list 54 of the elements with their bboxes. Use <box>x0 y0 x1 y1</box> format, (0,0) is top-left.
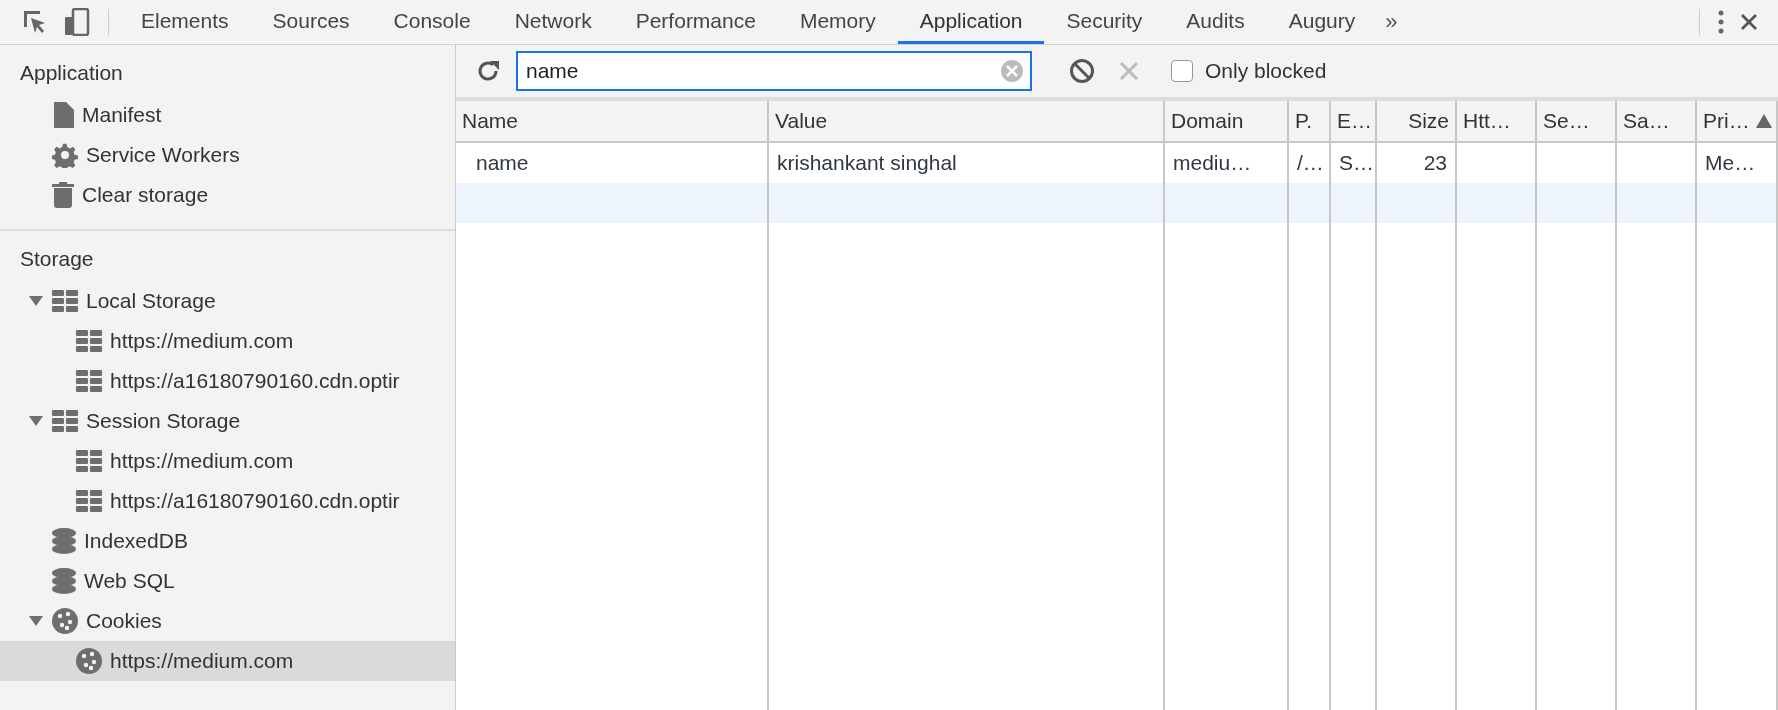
sidebar-item[interactable]: Cookies <box>0 601 455 641</box>
database-icon <box>52 528 76 554</box>
sidebar-item[interactable]: https://medium.com <box>0 321 455 361</box>
filter-field[interactable]: name <box>516 51 1032 91</box>
sidebar-item[interactable]: Service Workers <box>0 135 455 175</box>
file-icon <box>52 102 74 128</box>
column-header[interactable]: Htt… <box>1457 101 1537 143</box>
panel-tab[interactable]: Performance <box>613 0 778 44</box>
table-icon <box>76 330 102 352</box>
expanded-caret-icon[interactable] <box>28 415 44 427</box>
column-header[interactable]: Se… <box>1537 101 1617 143</box>
sidebar-item[interactable]: https://a16180790160.cdn.optir <box>0 361 455 401</box>
panel-tab[interactable]: Console <box>371 0 493 44</box>
table-icon <box>52 410 78 432</box>
column-header[interactable]: Pri… <box>1697 101 1778 143</box>
column-header[interactable]: Value <box>769 101 1165 143</box>
section-title: Application <box>19 60 124 86</box>
sidebar-item[interactable]: https://medium.com <box>0 641 455 681</box>
table-icon <box>52 290 78 312</box>
sidebar-item[interactable]: https://a16180790160.cdn.optir <box>0 481 455 521</box>
checkbox-label: Only blocked <box>1205 59 1327 83</box>
sidebar-item[interactable]: Manifest <box>0 95 455 135</box>
table-icon <box>76 490 102 512</box>
column-header[interactable]: E… <box>1331 101 1377 143</box>
sidebar-item[interactable]: Local Storage <box>0 281 455 321</box>
column-header[interactable]: Size <box>1377 101 1457 143</box>
database-icon <box>52 568 76 594</box>
cookie-icon <box>76 648 102 674</box>
sidebar-item[interactable]: IndexedDB <box>0 521 455 561</box>
sidebar-item[interactable]: Session Storage <box>0 401 455 441</box>
column-header[interactable]: Domain <box>1165 101 1289 143</box>
panel-tab[interactable]: Augury <box>1266 0 1378 44</box>
gear-icon <box>52 142 78 168</box>
table-icon <box>76 450 102 472</box>
checkbox[interactable] <box>1171 60 1193 82</box>
panel-tab[interactable]: Network <box>492 0 614 44</box>
trash-icon <box>52 182 74 208</box>
sidebar-item[interactable]: Clear storage <box>0 175 455 215</box>
cookie-icon <box>52 608 78 634</box>
expanded-caret-icon[interactable] <box>28 615 44 627</box>
expanded-caret-icon[interactable] <box>28 295 44 307</box>
more-tabs-button[interactable]: » <box>1377 0 1406 44</box>
column-header[interactable]: Sa… <box>1617 101 1697 143</box>
table-icon <box>76 370 102 392</box>
section-title: Storage <box>19 246 95 272</box>
column-header[interactable]: P. <box>1289 101 1331 143</box>
panel-tab[interactable]: Memory <box>777 0 898 44</box>
sidebar-item[interactable]: https://medium.com <box>0 441 455 481</box>
panel-tab[interactable]: Audits <box>1164 0 1267 44</box>
panel-tab[interactable]: Sources <box>250 0 372 44</box>
sidebar-item[interactable]: Web SQL <box>0 561 455 601</box>
panel-tab[interactable]: Elements <box>119 0 251 44</box>
panel-tab[interactable]: Security <box>1044 0 1165 44</box>
column-header[interactable]: Name <box>456 101 769 143</box>
